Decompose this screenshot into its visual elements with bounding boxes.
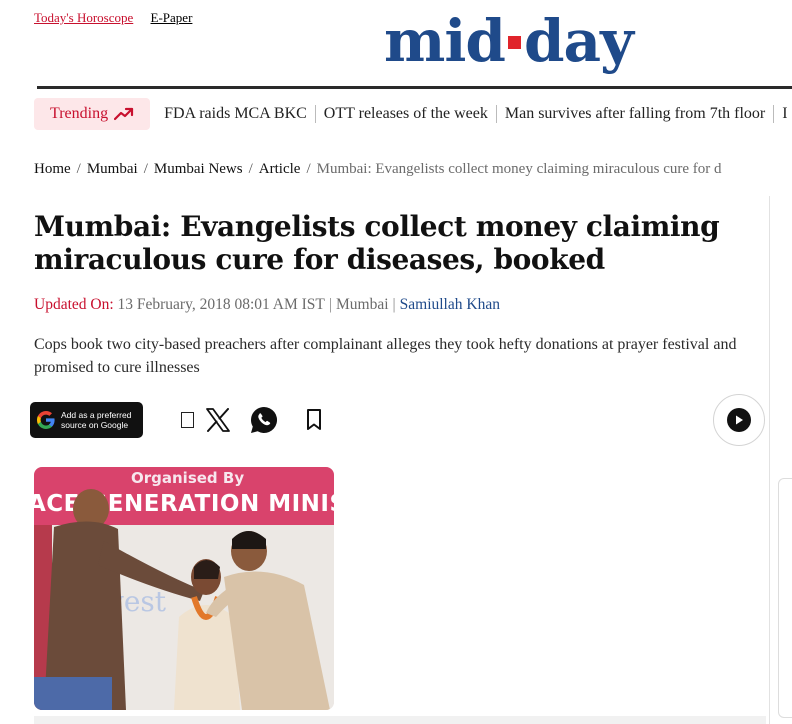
meta-separator: | [392,296,396,313]
breadcrumb: Home / Mumbai / Mumbai News / Article / Mumbai: … [34,161,792,178]
header-divider [37,86,792,89]
midday-logo[interactable]: mid day [384,6,634,76]
trending-bar: Trending FDA raids MCA BKC OTT releases … [34,96,792,132]
play-icon [727,408,751,432]
google-button-text: Add as a preferred source on Google [61,410,131,430]
breadcrumb-separator: / [306,161,311,177]
google-button-line2: source on Google [61,420,129,430]
breadcrumb-article[interactable]: Article [259,161,301,177]
facebook-icon [180,412,194,428]
facebook-share-button[interactable] [178,404,196,436]
trending-label: Trending [50,105,109,122]
article-location: Mumbai [336,296,389,313]
whatsapp-share-button[interactable] [248,404,280,436]
meta-separator: | [328,296,332,313]
google-button-line1: Add as a preferred [61,410,132,420]
breadcrumb-separator: / [248,161,253,177]
photo-people [34,489,330,710]
updated-label: Updated On: [34,296,114,313]
sidebar-card [778,478,792,718]
trending-item[interactable]: Man survives after falling from 7th floo… [497,105,775,123]
x-share-button[interactable] [203,404,233,436]
listen-play-button[interactable] [713,394,765,446]
trending-item[interactable]: OTT releases of the week [316,105,497,123]
horoscope-link[interactable]: Today's Horoscope [34,10,133,25]
x-icon [206,408,230,432]
breadcrumb-separator: / [143,161,148,177]
bookmark-button[interactable] [302,404,326,436]
trending-pill[interactable]: Trending [34,98,151,130]
epaper-link[interactable]: E-Paper [151,10,193,25]
photo-caption-strip [34,716,766,724]
article-headline: Mumbai: Evangelists collect money claimi… [34,210,720,276]
logo-right: day [523,7,634,75]
logo-left: mid [384,7,506,75]
article-photo[interactable]: yest Organised By ACE GENERATION MINISTR… [34,467,334,710]
article-meta: Updated On: 13 February, 2018 08:01 AM I… [34,296,500,314]
breadcrumb-mumbai[interactable]: Mumbai [87,161,138,177]
top-links: Today's Horoscope E-Paper [34,10,206,26]
article-summary: Cops book two city-based preachers after… [34,336,737,376]
logo-dash [507,35,521,49]
trending-up-icon [114,107,134,121]
trending-item[interactable]: I [774,105,792,123]
breadcrumb-current: Mumbai: Evangelists collect money claimi… [316,161,722,177]
breadcrumb-mumbai-news[interactable]: Mumbai News [154,161,243,177]
bookmark-icon [307,409,321,430]
breadcrumb-home[interactable]: Home [34,161,71,177]
trending-item[interactable]: FDA raids MCA BKC [150,105,316,123]
google-preferred-source-button[interactable]: Add as a preferred source on Google [30,402,143,438]
article-date: 13 February, 2018 08:01 AM IST [117,296,325,313]
whatsapp-icon [251,406,278,433]
sidebar-divider [769,196,770,724]
author-link[interactable]: Samiullah Khan [400,296,500,313]
breadcrumb-separator: / [76,161,81,177]
google-icon [37,411,55,429]
